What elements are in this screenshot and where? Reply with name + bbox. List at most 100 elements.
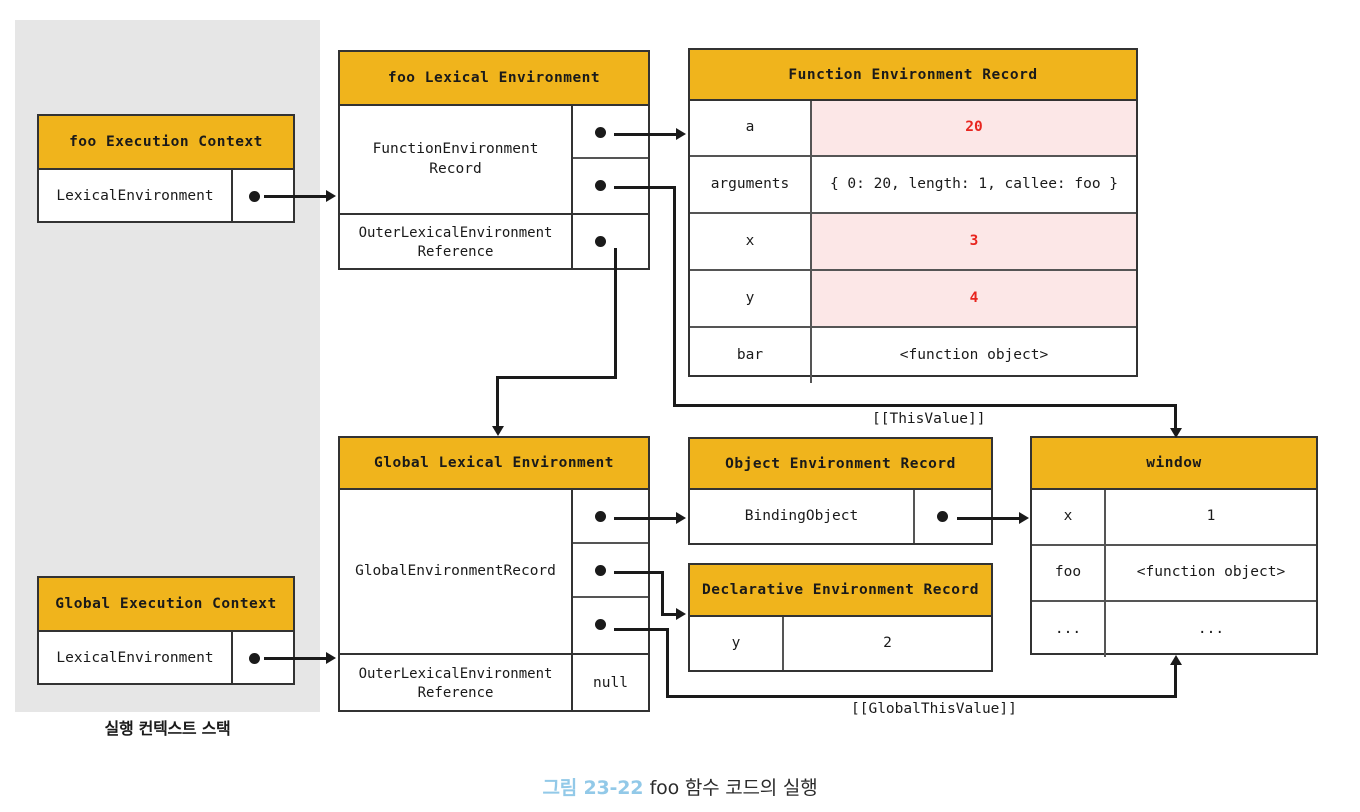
edge-foo-outer-seg-3 xyxy=(496,376,499,428)
arrowhead-foo-le-to-fer xyxy=(676,128,686,140)
diagram-canvas: foo Execution Context LexicalEnvironment… xyxy=(0,0,1360,812)
gle-global-environment-record-label: GlobalEnvironmentRecord xyxy=(340,490,573,653)
fer-binding-value: { 0: 20, length: 1, callee: foo } xyxy=(829,175,1119,192)
edge-global-ec-to-global-le xyxy=(264,657,326,660)
fer-row: x 3 xyxy=(690,214,1136,271)
fer-binding-name: y xyxy=(690,271,812,326)
edge-foo-le-to-fer xyxy=(614,133,676,136)
window-binding-value: ... xyxy=(1197,620,1225,637)
foo-ec-lexical-environment-label: LexicalEnvironment xyxy=(39,170,233,223)
foo-le-outer-reference-slot xyxy=(573,215,648,270)
window-binding-name: foo xyxy=(1032,546,1106,600)
declarative-environment-record-title: Declarative Environment Record xyxy=(690,565,991,617)
figure-title: foo 함수 코드의 실행 xyxy=(649,777,818,799)
edge-thisvalue-seg-3 xyxy=(673,404,1177,407)
der-binding-value: 2 xyxy=(883,634,892,651)
function-environment-record-title: Function Environment Record xyxy=(690,50,1136,101)
arrowhead-gle-to-der xyxy=(676,608,686,620)
fer-row: y 4 xyxy=(690,271,1136,328)
fer-binding-name: bar xyxy=(690,328,812,383)
object-environment-record-box: Object Environment Record BindingObject xyxy=(688,437,993,545)
fer-row: a 20 xyxy=(690,101,1136,157)
foo-lexical-environment-title: foo Lexical Environment xyxy=(340,52,648,106)
window-binding-name: ... xyxy=(1032,602,1106,657)
fer-value-text: 20 xyxy=(965,119,983,136)
edge-foo-ec-to-foo-le xyxy=(264,195,326,198)
global-lexical-environment-box: Global Lexical Environment GlobalEnviron… xyxy=(338,436,650,712)
edge-gle-to-der-seg-2 xyxy=(661,571,664,616)
window-row: ... ... xyxy=(1032,602,1316,657)
foo-le-outer-reference-label: OuterLexicalEnvironment Reference xyxy=(340,215,573,270)
fer-row: bar <function object> xyxy=(690,328,1136,383)
global-execution-context-title: Global Execution Context xyxy=(39,578,293,632)
fer-binding-name: arguments xyxy=(690,157,812,212)
execution-context-stack-caption: 실행 컨텍스트 스택 xyxy=(104,719,231,738)
window-row: foo <function object> xyxy=(1032,546,1316,602)
window-row: x 1 xyxy=(1032,490,1316,546)
declarative-environment-record-box: Declarative Environment Record y 2 xyxy=(688,563,993,672)
fer-binding-name: a xyxy=(690,101,812,155)
arrowhead-global-ec-to-global-le xyxy=(326,652,336,664)
der-binding-name: y xyxy=(690,617,784,670)
figure-number: 그림 23-22 xyxy=(542,777,644,799)
object-environment-record-title: Object Environment Record xyxy=(690,439,991,490)
window-binding-value: 1 xyxy=(1206,508,1216,525)
edge-label-global-this-value: [[GlobalThisValue]] xyxy=(851,701,1017,717)
fer-binding-value: 20 xyxy=(812,101,1136,155)
global-ec-lexical-environment-label: LexicalEnvironment xyxy=(39,632,233,685)
window-binding-name: x xyxy=(1032,490,1106,544)
fer-binding-value: <function object> xyxy=(899,346,1049,363)
pointer-dot-foo-le-thisvalue xyxy=(595,180,606,191)
pointer-dot-oer-binding-object xyxy=(937,511,948,522)
arrowhead-globalthis-to-window xyxy=(1170,655,1182,665)
global-execution-context-box: Global Execution Context LexicalEnvironm… xyxy=(37,576,295,685)
window-object-title: window xyxy=(1032,438,1316,490)
edge-gle-to-der-seg-1 xyxy=(614,571,664,574)
edge-gle-to-der-seg-3 xyxy=(661,613,676,616)
arrowhead-foo-outer-to-global-le xyxy=(492,426,504,436)
window-object-box: window x 1 foo <function object> ... ... xyxy=(1030,436,1318,657)
fer-binding-value: 3 xyxy=(812,214,1136,269)
arrowhead-foo-ec-to-foo-le xyxy=(326,190,336,202)
edge-oer-to-window xyxy=(957,517,1019,520)
pointer-dot-gle-declarative-record xyxy=(595,565,606,576)
fer-binding-value: 4 xyxy=(812,271,1136,326)
foo-execution-context-title: foo Execution Context xyxy=(39,116,293,170)
pointer-dot-global-ec xyxy=(249,653,260,664)
pointer-dot-gle-object-record xyxy=(595,511,606,522)
arrowhead-thisvalue-to-window xyxy=(1170,428,1182,438)
edge-thisvalue-seg-1 xyxy=(614,186,676,189)
pointer-dot-foo-le-record xyxy=(595,127,606,138)
fer-row: arguments { 0: 20, length: 1, callee: fo… xyxy=(690,157,1136,214)
gle-outer-reference-value: null xyxy=(593,674,628,691)
edge-globalthis-seg-3 xyxy=(666,695,1177,698)
fer-value-text: 3 xyxy=(969,232,979,249)
edge-label-this-value: [[ThisValue]] xyxy=(872,411,986,427)
gle-record-slot-3 xyxy=(573,598,648,653)
function-environment-record-box: Function Environment Record a 20 argumen… xyxy=(688,48,1138,383)
foo-lexical-environment-box: foo Lexical Environment FunctionEnvironm… xyxy=(338,50,650,270)
foo-execution-context-box: foo Execution Context LexicalEnvironment xyxy=(37,114,295,223)
global-lexical-environment-title: Global Lexical Environment xyxy=(340,438,648,490)
fer-value-text: 4 xyxy=(969,289,979,306)
edge-thisvalue-seg-4 xyxy=(1174,404,1177,430)
foo-le-function-environment-record-label: FunctionEnvironment Record xyxy=(340,106,573,213)
edge-foo-outer-seg-1 xyxy=(614,248,617,378)
edge-thisvalue-seg-2 xyxy=(673,186,676,406)
fer-binding-name: x xyxy=(690,214,812,269)
figure-caption: 그림 23-22 foo 함수 코드의 실행 xyxy=(0,773,1360,800)
window-binding-value: <function object> xyxy=(1136,564,1286,581)
der-row: y 2 xyxy=(690,617,991,670)
edge-globalthis-seg-1 xyxy=(614,628,669,631)
pointer-dot-foo-ec xyxy=(249,191,260,202)
edge-foo-outer-seg-2 xyxy=(496,376,617,379)
gle-outer-reference-label: OuterLexicalEnvironment Reference xyxy=(340,655,573,712)
edge-globalthis-seg-4 xyxy=(1174,664,1177,697)
edge-globalthis-seg-2 xyxy=(666,628,669,698)
pointer-dot-foo-le-outer xyxy=(595,236,606,247)
arrowhead-gle-to-oer xyxy=(676,512,686,524)
edge-gle-to-oer xyxy=(614,517,676,520)
oer-binding-object-label: BindingObject xyxy=(690,490,915,543)
arrowhead-oer-to-window xyxy=(1019,512,1029,524)
pointer-dot-gle-globalthisvalue xyxy=(595,619,606,630)
